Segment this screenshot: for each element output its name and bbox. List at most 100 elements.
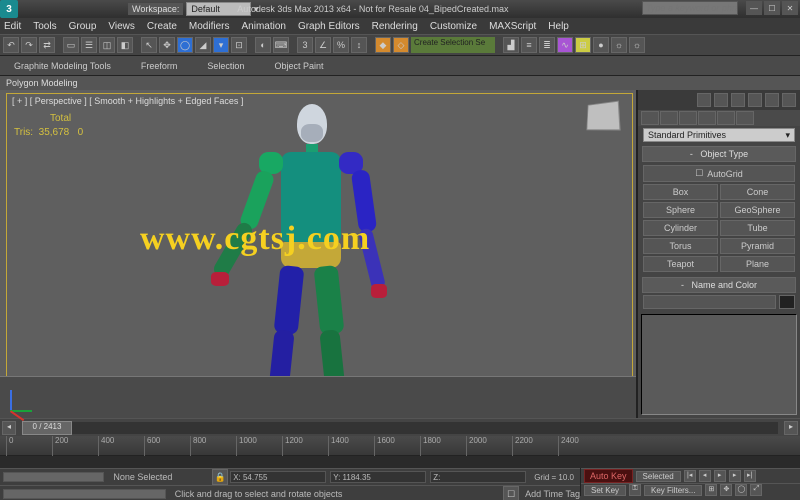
- tab-hierarchy-icon[interactable]: [679, 111, 697, 125]
- mirror-button[interactable]: ▟: [503, 37, 519, 53]
- angle-snap-button[interactable]: ∠: [315, 37, 331, 53]
- transform-z-input[interactable]: Z:: [430, 471, 526, 483]
- cursor-icon[interactable]: ↖: [141, 37, 157, 53]
- ribbon-tab-objectpaint[interactable]: Object Paint: [270, 59, 327, 73]
- rollout-name-color[interactable]: - Name and Color: [642, 277, 796, 293]
- viewport-nav-icon[interactable]: ◯: [735, 484, 747, 496]
- viewport-nav-icon[interactable]: ✥: [720, 484, 732, 496]
- viewcube[interactable]: [580, 96, 624, 140]
- set-key-button[interactable]: Set Key: [584, 485, 626, 496]
- time-slider-track[interactable]: 0 / 2413: [22, 422, 778, 434]
- viewport-label[interactable]: [ + ] [ Perspective ] [ Smooth + Highlig…: [12, 96, 243, 106]
- menu-rendering[interactable]: Rendering: [372, 21, 418, 32]
- viewport-nav-icon[interactable]: ⤢: [750, 484, 762, 496]
- create-tube-button[interactable]: Tube: [720, 220, 795, 236]
- edit-sel-set-icon[interactable]: ◇: [393, 37, 409, 53]
- close-button[interactable]: ✕: [782, 1, 798, 15]
- viewport-perspective[interactable]: [ + ] [ Perspective ] [ Smooth + Highlig…: [0, 90, 636, 418]
- ribbon-tab-selection[interactable]: Selection: [203, 59, 248, 73]
- cmd-icon[interactable]: [714, 93, 728, 107]
- autogrid-checkbox[interactable]: ☐ AutoGrid: [643, 165, 795, 182]
- select-region-button[interactable]: ◫: [99, 37, 115, 53]
- cmd-icon[interactable]: [748, 93, 762, 107]
- menu-maxscript[interactable]: MAXScript: [489, 21, 536, 32]
- use-center-button[interactable]: ⊡: [231, 37, 247, 53]
- key-mode-dropdown[interactable]: Selected: [636, 471, 681, 482]
- create-torus-button[interactable]: Torus: [643, 238, 718, 254]
- snap-toggle-button[interactable]: 3: [297, 37, 313, 53]
- undo-button[interactable]: ↶: [3, 37, 19, 53]
- scale-gizmo-button[interactable]: ◢: [195, 37, 211, 53]
- help-search-input[interactable]: [642, 1, 738, 15]
- redo-button[interactable]: ↷: [21, 37, 37, 53]
- tab-modify-icon[interactable]: [660, 111, 678, 125]
- menu-views[interactable]: Views: [108, 21, 135, 32]
- create-box-button[interactable]: Box: [643, 184, 718, 200]
- link-button[interactable]: ⇄: [39, 37, 55, 53]
- play-button[interactable]: ▸: [714, 470, 726, 482]
- menu-customize[interactable]: Customize: [430, 21, 477, 32]
- create-pyramid-button[interactable]: Pyramid: [720, 238, 795, 254]
- create-geosphere-button[interactable]: GeoSphere: [720, 202, 795, 218]
- next-key-button[interactable]: ▸: [784, 421, 798, 435]
- biped-hand-left[interactable]: [211, 272, 229, 286]
- menu-animation[interactable]: Animation: [241, 21, 285, 32]
- tab-create-icon[interactable]: [641, 111, 659, 125]
- menu-create[interactable]: Create: [147, 21, 177, 32]
- ribbon-tab-graphite[interactable]: Graphite Modeling Tools: [10, 59, 115, 73]
- object-name-input[interactable]: [643, 295, 776, 309]
- next-frame-button[interactable]: ▸: [729, 470, 741, 482]
- biped-face[interactable]: [301, 124, 323, 142]
- menu-grapheditors[interactable]: Graph Editors: [298, 21, 360, 32]
- prev-key-button[interactable]: ◂: [2, 421, 16, 435]
- biped-thigh-left[interactable]: [274, 265, 305, 335]
- biped-thigh-right[interactable]: [314, 265, 345, 335]
- create-cylinder-button[interactable]: Cylinder: [643, 220, 718, 236]
- menu-help[interactable]: Help: [548, 21, 569, 32]
- cmd-icon[interactable]: [765, 93, 779, 107]
- schematic-view-button[interactable]: ⊞: [575, 37, 591, 53]
- minimize-button[interactable]: —: [746, 1, 762, 15]
- biped-character[interactable]: [215, 102, 405, 422]
- rollout-object-type[interactable]: - Object Type: [642, 146, 796, 162]
- create-plane-button[interactable]: Plane: [720, 256, 795, 272]
- render-button[interactable]: ☼: [629, 37, 645, 53]
- maximize-button[interactable]: ☐: [764, 1, 780, 15]
- render-setup-button[interactable]: ☼: [611, 37, 627, 53]
- menu-tools[interactable]: Tools: [33, 21, 56, 32]
- goto-end-button[interactable]: ▸|: [744, 470, 756, 482]
- viewport-nav-icon[interactable]: ⊞: [705, 484, 717, 496]
- track-bar[interactable]: [0, 456, 800, 468]
- create-category-dropdown[interactable]: Standard Primitives ▾: [643, 128, 795, 142]
- tab-display-icon[interactable]: [717, 111, 735, 125]
- keyboard-shortcut-button[interactable]: ⌨: [273, 37, 289, 53]
- biped-hand-right[interactable]: [371, 284, 387, 298]
- comm-center-icon[interactable]: ☐: [503, 486, 519, 500]
- create-teapot-button[interactable]: Teapot: [643, 256, 718, 272]
- align-button[interactable]: ≡: [521, 37, 537, 53]
- named-selection-dropdown[interactable]: Create Selection Se: [411, 37, 495, 53]
- cmd-icon[interactable]: [697, 93, 711, 107]
- curve-editor-button[interactable]: ∿: [557, 37, 573, 53]
- maxscript-mini-listener[interactable]: [3, 472, 104, 482]
- menu-edit[interactable]: Edit: [4, 21, 21, 32]
- tab-motion-icon[interactable]: [698, 111, 716, 125]
- viewcube-face-icon[interactable]: [586, 101, 620, 131]
- object-color-swatch[interactable]: [779, 295, 795, 309]
- maxscript-macro-recorder[interactable]: [3, 489, 166, 499]
- window-crossing-button[interactable]: ◧: [117, 37, 133, 53]
- move-gizmo-button[interactable]: ✥: [159, 37, 175, 53]
- select-object-button[interactable]: ▭: [63, 37, 79, 53]
- create-sphere-button[interactable]: Sphere: [643, 202, 718, 218]
- ref-coord-dropdown[interactable]: ▾: [213, 37, 229, 53]
- layers-button[interactable]: ≣: [539, 37, 555, 53]
- create-cone-button[interactable]: Cone: [720, 184, 795, 200]
- menu-modifiers[interactable]: Modifiers: [189, 21, 230, 32]
- timeline-ruler[interactable]: 0200400600800100012001400160018002000220…: [0, 436, 800, 456]
- teapot-icon[interactable]: [782, 93, 796, 107]
- ribbon-panel-label[interactable]: Polygon Modeling: [0, 76, 800, 90]
- prev-frame-button[interactable]: ◂: [699, 470, 711, 482]
- goto-start-button[interactable]: |◂: [684, 470, 696, 482]
- select-manipulate-button[interactable]: ◐: [255, 37, 271, 53]
- transform-y-input[interactable]: Y: 1184.35: [330, 471, 426, 483]
